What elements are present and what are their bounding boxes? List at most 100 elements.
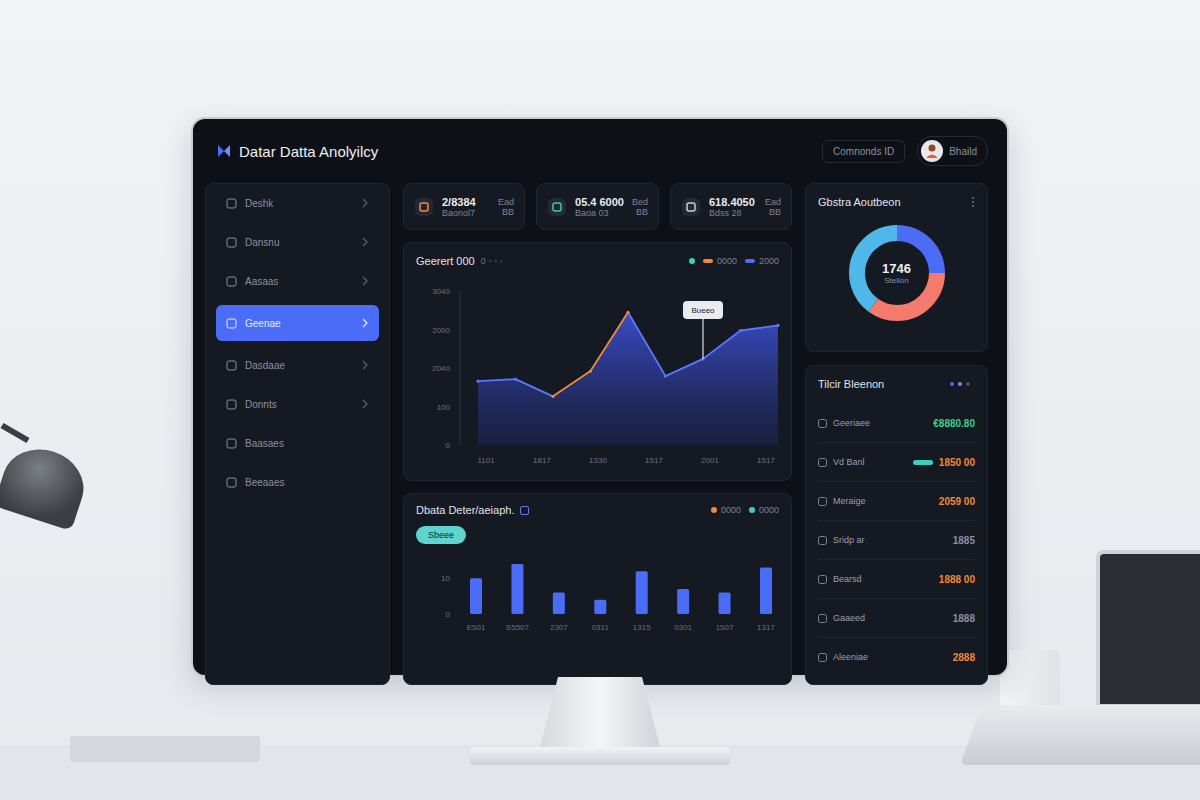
data-point[interactable]	[551, 395, 554, 398]
sidebar-label: Beeaaes	[245, 477, 369, 488]
bar[interactable]	[594, 600, 606, 614]
bar-chart-card: Dbata Deter/aeiaph.00000000Sbeee100E501S…	[403, 493, 792, 685]
stat-text: 2/8384Baonol7	[442, 196, 490, 218]
list-row[interactable]: Sridp ar1885	[818, 520, 975, 559]
row-value: 1850 00	[939, 457, 975, 468]
stat-card[interactable]: 05.4 6000Baoa 03BedBB	[536, 183, 659, 230]
bar[interactable]	[511, 564, 523, 614]
donut-card: Gbstra Aoutbeon 1746Stellon	[805, 183, 988, 352]
bar[interactable]	[719, 593, 731, 614]
stat-card[interactable]: 2/8384Baonol7 EadBB	[403, 183, 525, 230]
x-axis-tick: 0311	[592, 623, 610, 632]
stat-side-label: Bed	[632, 197, 648, 207]
row-icon	[818, 536, 827, 545]
user-menu[interactable]: Bhaild	[917, 136, 988, 166]
list-row[interactable]: Bearsd1888 00	[818, 559, 975, 598]
row-icon	[818, 653, 827, 662]
tooltip	[683, 301, 723, 319]
data-point[interactable]	[664, 375, 667, 378]
donut-chart: 1746Stellon	[842, 218, 952, 328]
donut-center: 1746Stellon	[842, 218, 952, 328]
x-axis-tick: 1101	[477, 456, 495, 465]
area-fill	[478, 312, 778, 445]
sidebar-item[interactable]: Dasdaae	[216, 350, 379, 380]
more-icon[interactable]	[971, 196, 975, 208]
bar[interactable]	[677, 589, 689, 614]
tooltip-line	[702, 319, 703, 359]
sidebar-item[interactable]: Aasaas	[216, 266, 379, 296]
sidebar-item[interactable]: Beeaaes	[216, 467, 379, 497]
data-point[interactable]	[514, 378, 517, 381]
area-chart-card: Geerert 0000 ◦ ◦ ◦0000200030402000204010…	[403, 242, 792, 481]
data-point[interactable]	[739, 329, 742, 332]
legend-dot-icon	[711, 507, 717, 513]
donut-segment[interactable]	[857, 233, 937, 313]
list-row[interactable]: Aleeniae2888	[818, 637, 975, 676]
menu-icon	[226, 318, 237, 329]
sidebar-item[interactable]: Baasaes	[216, 428, 379, 458]
data-point[interactable]	[476, 380, 479, 383]
sidebar: Deshk Dansnu Aasaas Geenae Dasdaae Donnts Baas…	[205, 183, 390, 685]
menu-icon	[226, 237, 237, 248]
right-column: Gbstra Aoutbeon 1746Stellon Tilcir Bleenon…	[805, 183, 988, 685]
bar[interactable]	[760, 568, 772, 614]
list-row[interactable]: Gaaeed1888	[818, 598, 975, 637]
y-axis-tick: 3040	[432, 287, 450, 296]
data-point[interactable]	[589, 369, 592, 372]
menu-icon	[226, 477, 237, 488]
legend-dot-icon	[749, 507, 755, 513]
row-label: Sridp ar	[833, 535, 947, 545]
data-point[interactable]	[776, 324, 779, 327]
chart-title: Dbata Deter/aeiaph.	[416, 504, 514, 516]
legend-item: 2000	[745, 256, 779, 266]
y-axis-tick: 100	[437, 403, 451, 412]
sidebar-label: Dansnu	[245, 237, 353, 248]
legend-label: 0000	[759, 505, 779, 515]
chevron-right-icon	[361, 276, 369, 286]
chart-header: Dbata Deter/aeiaph. 00000000	[416, 504, 779, 516]
filter-chip[interactable]: Sbeee	[416, 526, 466, 544]
bar[interactable]	[553, 593, 565, 614]
lamp-arm	[1, 423, 30, 443]
donut-value: 1746	[882, 261, 911, 276]
row-icon	[818, 458, 827, 467]
list-rows: Geeriaee€8880.80Vd Banl1850 00Meraige205…	[818, 404, 975, 676]
bar[interactable]	[636, 571, 648, 614]
row-label: Bearsd	[833, 574, 933, 584]
monitor-base	[470, 747, 730, 765]
sidebar-item[interactable]: Deshk	[216, 188, 379, 218]
sidebar-item[interactable]: Donnts	[216, 389, 379, 419]
donut-title: Gbstra Aoutbeon	[818, 196, 901, 208]
stat-side: EadBB	[498, 197, 514, 217]
stat-text: 618.4050Bdss 28	[709, 196, 757, 218]
chart-legend: 00000000	[711, 505, 779, 515]
monitor: Datar Datta AnolyilcyComnonds IDBhaildDe…	[191, 117, 1009, 677]
donut-segment[interactable]	[857, 233, 937, 313]
chart-type-icon	[520, 506, 529, 515]
stat-icon	[681, 197, 701, 217]
chip-row: Sbeee	[416, 516, 779, 544]
x-axis-tick: 1817	[533, 456, 551, 465]
sidebar-item[interactable]: Dansnu	[216, 227, 379, 257]
legend-item: 0000	[703, 256, 737, 266]
list-row[interactable]: Vd Banl1850 00	[818, 442, 975, 481]
card-header: Tilcir Bleenon	[818, 378, 975, 390]
chart-title: Geerert 000	[416, 255, 475, 267]
line-segment	[553, 371, 591, 396]
command-button[interactable]: Comnonds ID	[822, 140, 905, 163]
donut-segment[interactable]	[857, 233, 937, 313]
laptop-base	[960, 705, 1200, 765]
x-axis-tick: 0301	[674, 623, 692, 632]
sidebar-item[interactable]: Geenae	[216, 305, 379, 341]
stat-card[interactable]: 618.4050Bdss 28EadBB	[670, 183, 792, 230]
list-row[interactable]: Meraige2059 00	[818, 481, 975, 520]
bar[interactable]	[470, 578, 482, 614]
y-axis	[460, 291, 461, 445]
list-row[interactable]: Geeriaee€8880.80	[818, 404, 975, 442]
data-point[interactable]	[626, 311, 629, 314]
legend-swatch-icon	[703, 259, 713, 263]
chart-subtitle: 0 ◦ ◦ ◦	[481, 256, 503, 266]
notebook	[70, 736, 260, 762]
row-label: Geeriaee	[833, 418, 927, 428]
main-column: 2/8384Baonol7EadBB05.4 6000Baoa 03BedBB6…	[403, 183, 792, 685]
